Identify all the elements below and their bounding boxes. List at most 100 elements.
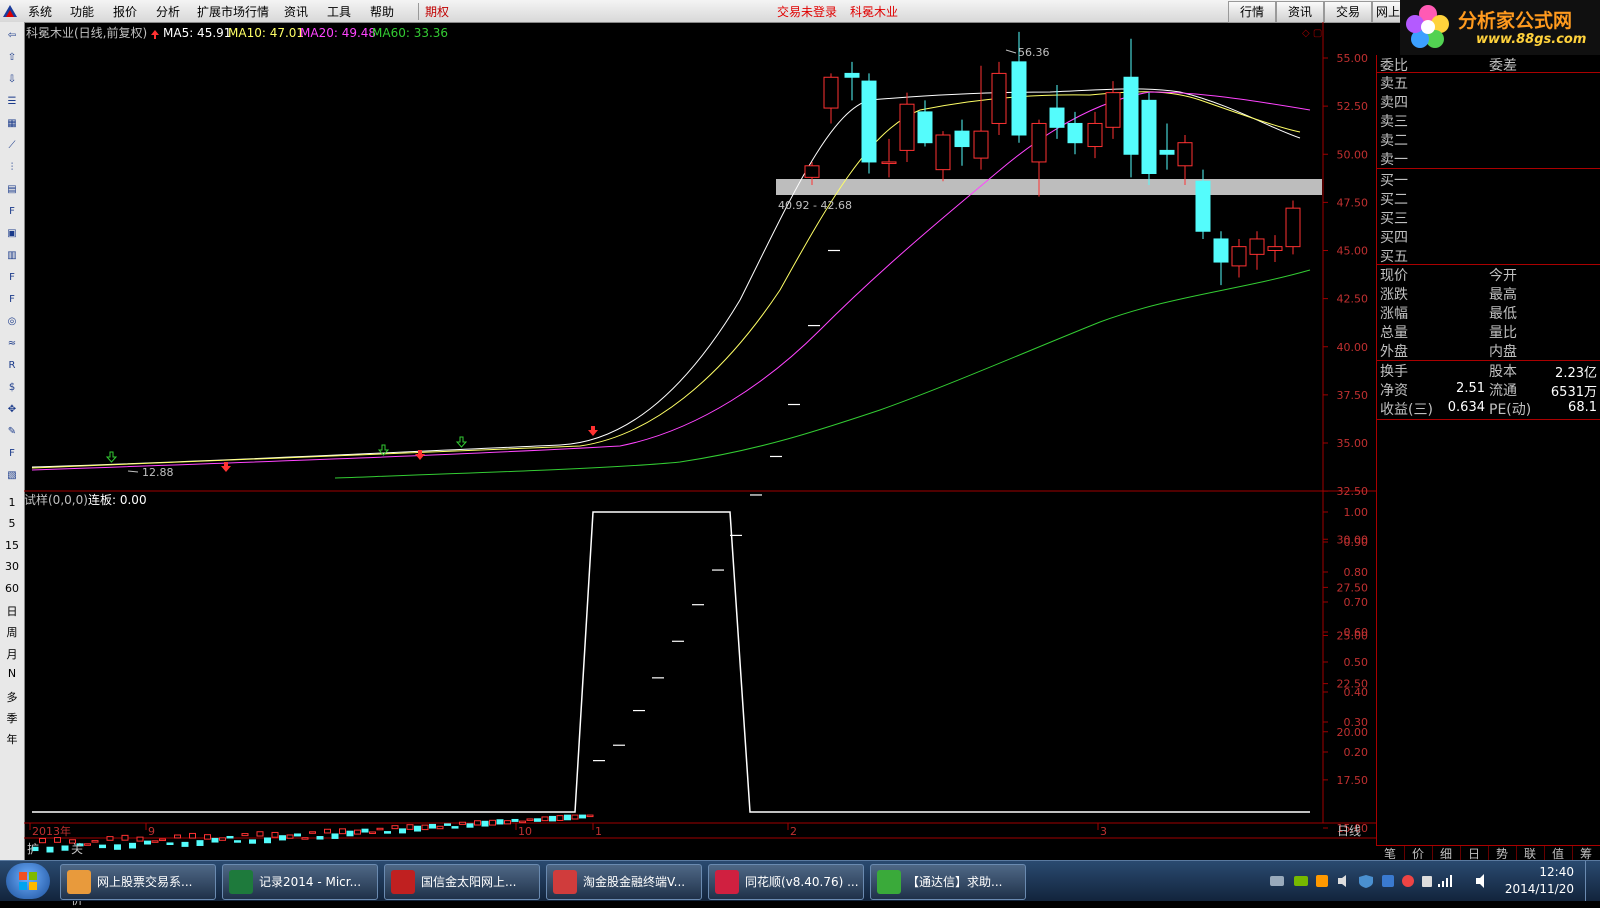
taskbar-guosen[interactable]: 国信金太阳网上... [384, 864, 540, 900]
candle [91, 840, 99, 843]
candle [844, 72, 860, 78]
candle [823, 76, 839, 109]
indicator-axis-label: 0.40 [1344, 686, 1369, 699]
show-desktop-button[interactable] [1585, 861, 1600, 901]
stat-label2-1: 流通 [1489, 383, 1517, 399]
date-axis-label: 2 [790, 825, 797, 838]
candle [1123, 76, 1139, 155]
menu-system[interactable]: 系统 [28, 3, 52, 20]
price-axis-label: 32.50 [1337, 485, 1369, 498]
tab-trade[interactable]: 交易 [1324, 1, 1372, 23]
menu-analysis[interactable]: 分析 [156, 3, 180, 20]
candle [204, 834, 211, 840]
menu-news[interactable]: 资讯 [284, 3, 308, 20]
candle [1177, 142, 1193, 167]
date-axis-label: 1 [595, 825, 602, 838]
candle [54, 837, 61, 843]
candle [935, 134, 951, 171]
app-icon [229, 870, 253, 894]
taskbar-tonghuashun[interactable]: 同花顺(v8.40.76) ... [708, 864, 864, 900]
indicator-axis-label: 0.50 [1344, 656, 1369, 669]
menu-bar: 系统 功能 报价 分析 扩展市场行情 资讯 工具 帮助 期权 交易未登录 科冕木… [0, 0, 1600, 23]
candle [496, 819, 504, 825]
chart-frame [24, 22, 1376, 839]
candle [399, 828, 406, 834]
network-icon [1438, 875, 1452, 887]
candle [1049, 107, 1065, 128]
price-axis-label: 55.00 [1337, 52, 1369, 65]
security-icon [1382, 875, 1394, 887]
stat-value2-2: 68.1 [1568, 400, 1597, 415]
price-axis-label: 40.00 [1337, 341, 1369, 354]
taskbar-excel-record[interactable]: 记录2014 - Micr... [222, 864, 378, 900]
quote-left-2: 涨幅 [1380, 306, 1408, 322]
indicator-axis-label: 0.80 [1344, 566, 1369, 579]
taskbar-stock-trading[interactable]: 网上股票交易系... [60, 864, 216, 900]
quote-right-2: 最低 [1489, 306, 1517, 322]
quote-right-0: 今开 [1489, 268, 1517, 284]
candle [444, 823, 451, 826]
task-label: 记录2014 - Micr... [259, 875, 362, 889]
candle [474, 820, 481, 826]
candle [369, 831, 376, 834]
candle [1067, 122, 1083, 144]
indicator-axis-label: 0.30 [1344, 716, 1369, 729]
tab-news[interactable]: 资讯 [1276, 1, 1324, 23]
brand-url[interactable]: www.88gs.com [1476, 32, 1586, 47]
candle [861, 80, 877, 163]
keyboard-icon [1270, 876, 1284, 886]
clock-time[interactable]: 12:40 [1539, 865, 1574, 879]
panel-divider [1377, 419, 1600, 420]
sell-level-1: 卖一 [1380, 152, 1408, 168]
menu-extended-market[interactable]: 扩展市场行情 [197, 3, 269, 20]
candle [234, 840, 241, 843]
volume-icon[interactable] [1474, 873, 1490, 889]
login-status[interactable]: 交易未登录 [777, 3, 837, 20]
candle [917, 111, 933, 144]
price-axis-label: 42.50 [1337, 293, 1369, 306]
menu-quote[interactable]: 报价 [113, 3, 137, 20]
ma60-line [334, 269, 1311, 479]
quote-left-3: 总量 [1380, 325, 1408, 341]
candle [881, 161, 897, 164]
candle [1249, 238, 1265, 255]
tab-market[interactable]: 行情 [1228, 1, 1276, 23]
quote-right-1: 最高 [1489, 287, 1517, 303]
candle [436, 825, 444, 830]
task-label: 网上股票交易系... [97, 875, 193, 889]
candle [414, 825, 421, 832]
candle [256, 831, 264, 837]
indicator-axis-label: 0.20 [1344, 746, 1369, 759]
shield-icon [1359, 875, 1373, 888]
quote-right-3: 量比 [1489, 325, 1517, 341]
app-icon [715, 870, 739, 894]
menu-function[interactable]: 功能 [70, 3, 94, 20]
menu-tools[interactable]: 工具 [327, 3, 351, 20]
menu-options[interactable]: 期权 [418, 3, 449, 20]
task-label: 同花顺(v8.40.76) ... [745, 875, 859, 889]
period-label: 日线 [1337, 824, 1361, 838]
taskbar-tongdaxin[interactable]: 【通达信】求助... [870, 864, 1026, 900]
date-axis-label: 10 [518, 825, 532, 838]
tray-icons [1270, 875, 1452, 888]
taskbar-taojin[interactable]: 淘金股金融终端V... [546, 864, 702, 900]
candle [564, 814, 571, 821]
app-tray-icon [1316, 875, 1328, 887]
chart-corner-icon[interactable]: ◇ ▢ [1302, 28, 1322, 39]
price-axis-label: 52.50 [1337, 100, 1369, 113]
candle [1213, 238, 1229, 263]
high-pointer [1005, 49, 1017, 54]
candle [586, 814, 594, 818]
speaker-muted-icon [1338, 875, 1346, 887]
start-button[interactable] [6, 863, 50, 899]
low-annotation: 12.88 [142, 466, 174, 479]
menu-help[interactable]: 帮助 [370, 3, 394, 20]
stat-label-1: 净资 [1380, 383, 1408, 399]
candle [556, 815, 564, 821]
candle [504, 820, 511, 825]
candle [421, 824, 429, 831]
candle [466, 823, 474, 828]
clock-date[interactable]: 2014/11/20 [1505, 882, 1574, 896]
stat-label-2: 收益(三) [1380, 402, 1433, 418]
chart-area[interactable]: 55.00 52.50 50.00 47.50 45.00 42.50 40.00 37.50… [0, 22, 1376, 860]
